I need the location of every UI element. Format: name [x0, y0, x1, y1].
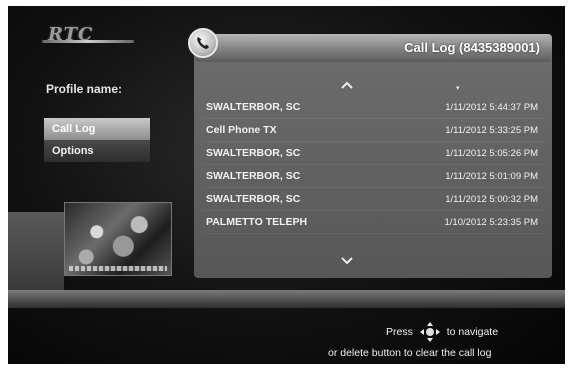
caller-name: SWALTERBOR, SC [206, 170, 301, 182]
caller-name: SWALTERBOR, SC [206, 101, 301, 113]
sort-indicator-icon[interactable]: ▾ [456, 84, 460, 92]
call-log-row[interactable]: Cell Phone TX 1/11/2012 5:33:25 PM [202, 119, 546, 142]
call-time: 1/11/2012 5:01:09 PM [445, 171, 538, 182]
rtc-logo: RTC [42, 24, 134, 52]
call-log-row[interactable]: SWALTERBOR, SC 1/11/2012 5:44:37 PM [202, 96, 546, 119]
call-log-row[interactable]: SWALTERBOR, SC 1/11/2012 5:00:32 PM [202, 188, 546, 211]
call-log-title: Call Log (8435389001) [404, 40, 540, 55]
navigate-hint: Press to navigate [386, 322, 498, 342]
live-tv-thumbnail[interactable] [64, 202, 172, 276]
press-label: Press [386, 325, 413, 338]
call-time: 1/11/2012 5:05:26 PM [445, 148, 538, 159]
logo-swoosh [42, 40, 134, 43]
call-time: 1/11/2012 5:33:25 PM [445, 125, 538, 136]
call-log-header: Call Log (8435389001) [194, 34, 552, 62]
profile-name-label: Profile name: [46, 82, 123, 96]
caller-name: SWALTERBOR, SC [206, 147, 301, 159]
scroll-up-arrow-icon[interactable] [337, 78, 357, 92]
call-time: 1/11/2012 5:00:32 PM [445, 194, 538, 205]
tv-screen: RTC Profile name: Call Log Options Call … [8, 6, 565, 364]
scroll-down-arrow-icon[interactable] [337, 254, 357, 268]
navigate-label: to navigate [446, 325, 499, 338]
left-decor-bar [8, 212, 64, 290]
call-log-row[interactable]: SWALTERBOR, SC 1/11/2012 5:05:26 PM [202, 142, 546, 165]
menu-item-options[interactable]: Options [44, 140, 150, 162]
call-time: 1/11/2012 5:44:37 PM [445, 102, 538, 113]
call-log-row[interactable]: SWALTERBOR, SC 1/11/2012 5:01:09 PM [202, 165, 546, 188]
side-menu: Call Log Options [44, 118, 150, 162]
phone-icon [188, 28, 218, 58]
dpad-navigate-icon [419, 322, 440, 342]
call-log-row[interactable]: PALMETTO TELEPH 1/10/2012 5:23:35 PM [202, 211, 546, 234]
clear-log-hint: or delete button to clear the call log [328, 347, 492, 359]
caller-name: SWALTERBOR, SC [206, 193, 301, 205]
menu-item-call-log[interactable]: Call Log [44, 118, 150, 140]
news-ticker [69, 266, 167, 271]
caller-name: Cell Phone TX [206, 124, 277, 136]
call-time: 1/10/2012 5:23:35 PM [444, 217, 539, 228]
call-log-list: SWALTERBOR, SC 1/11/2012 5:44:37 PM Cell… [202, 96, 546, 234]
caller-name: PALMETTO TELEPH [206, 216, 308, 228]
bottom-band [8, 290, 565, 308]
